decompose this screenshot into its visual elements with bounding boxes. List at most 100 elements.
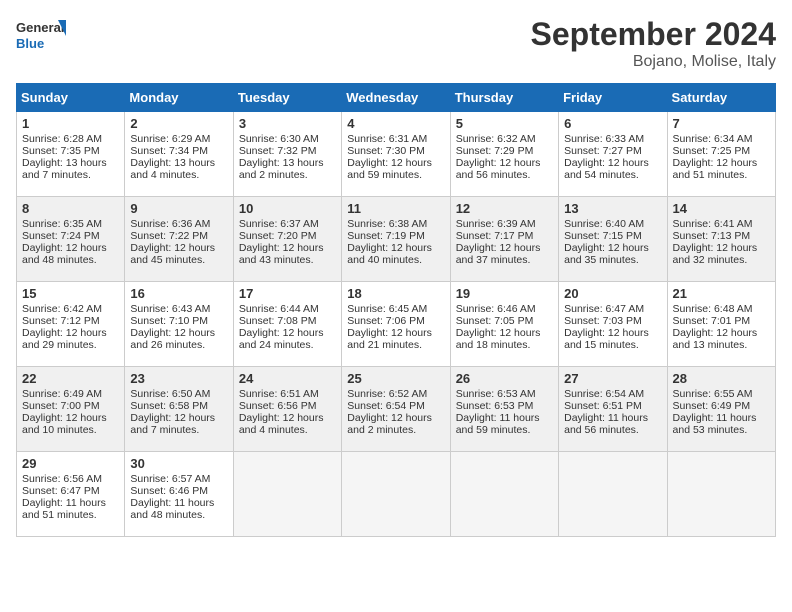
sunset-label: Sunset: 7:03 PM — [564, 315, 642, 327]
sunset-label: Sunset: 7:01 PM — [673, 315, 751, 327]
daylight-label: Daylight: 12 hours and 18 minutes. — [456, 327, 541, 351]
daylight-label: Daylight: 11 hours and 53 minutes. — [673, 412, 757, 436]
sunrise-label: Sunrise: 6:50 AM — [130, 388, 210, 400]
daylight-label: Daylight: 12 hours and 43 minutes. — [239, 242, 324, 266]
daylight-label: Daylight: 12 hours and 21 minutes. — [347, 327, 432, 351]
daylight-label: Daylight: 12 hours and 29 minutes. — [22, 327, 107, 351]
calendar-cell: 17 Sunrise: 6:44 AM Sunset: 7:08 PM Dayl… — [233, 282, 341, 367]
sunset-label: Sunset: 6:54 PM — [347, 400, 425, 412]
day-number: 30 — [130, 456, 227, 471]
sunrise-label: Sunrise: 6:38 AM — [347, 218, 427, 230]
day-number: 12 — [456, 201, 553, 216]
sunset-label: Sunset: 7:13 PM — [673, 230, 751, 242]
day-number: 13 — [564, 201, 661, 216]
day-number: 22 — [22, 371, 119, 386]
daylight-label: Daylight: 11 hours and 59 minutes. — [456, 412, 540, 436]
daylight-label: Daylight: 12 hours and 51 minutes. — [673, 157, 758, 181]
sunrise-label: Sunrise: 6:55 AM — [673, 388, 753, 400]
day-number: 7 — [673, 116, 770, 131]
logo-svg: General Blue — [16, 16, 66, 58]
day-number: 8 — [22, 201, 119, 216]
sunrise-label: Sunrise: 6:39 AM — [456, 218, 536, 230]
sunset-label: Sunset: 7:06 PM — [347, 315, 425, 327]
calendar-cell: 11 Sunrise: 6:38 AM Sunset: 7:19 PM Dayl… — [342, 197, 450, 282]
sunset-label: Sunset: 7:10 PM — [130, 315, 208, 327]
calendar-cell: 4 Sunrise: 6:31 AM Sunset: 7:30 PM Dayli… — [342, 112, 450, 197]
weekday-header-thursday: Thursday — [450, 84, 558, 112]
calendar-cell: 25 Sunrise: 6:52 AM Sunset: 6:54 PM Dayl… — [342, 367, 450, 452]
daylight-label: Daylight: 12 hours and 26 minutes. — [130, 327, 215, 351]
day-number: 10 — [239, 201, 336, 216]
sunrise-label: Sunrise: 6:56 AM — [22, 473, 102, 485]
daylight-label: Daylight: 12 hours and 59 minutes. — [347, 157, 432, 181]
sunset-label: Sunset: 6:47 PM — [22, 485, 100, 497]
daylight-label: Daylight: 12 hours and 13 minutes. — [673, 327, 758, 351]
location: Bojano, Molise, Italy — [531, 53, 776, 71]
sunrise-label: Sunrise: 6:34 AM — [673, 133, 753, 145]
day-number: 9 — [130, 201, 227, 216]
day-number: 27 — [564, 371, 661, 386]
calendar-cell — [342, 452, 450, 537]
calendar-cell: 22 Sunrise: 6:49 AM Sunset: 7:00 PM Dayl… — [17, 367, 125, 452]
sunrise-label: Sunrise: 6:52 AM — [347, 388, 427, 400]
month-title: September 2024 — [531, 16, 776, 53]
sunset-label: Sunset: 7:22 PM — [130, 230, 208, 242]
day-number: 21 — [673, 286, 770, 301]
sunset-label: Sunset: 7:15 PM — [564, 230, 642, 242]
sunset-label: Sunset: 7:25 PM — [673, 145, 751, 157]
sunset-label: Sunset: 7:17 PM — [456, 230, 534, 242]
day-number: 19 — [456, 286, 553, 301]
day-number: 25 — [347, 371, 444, 386]
sunrise-label: Sunrise: 6:41 AM — [673, 218, 753, 230]
weekday-header-sunday: Sunday — [17, 84, 125, 112]
calendar-cell — [559, 452, 667, 537]
sunrise-label: Sunrise: 6:53 AM — [456, 388, 536, 400]
sunrise-label: Sunrise: 6:54 AM — [564, 388, 644, 400]
calendar-cell: 21 Sunrise: 6:48 AM Sunset: 7:01 PM Dayl… — [667, 282, 775, 367]
sunrise-label: Sunrise: 6:33 AM — [564, 133, 644, 145]
daylight-label: Daylight: 12 hours and 32 minutes. — [673, 242, 758, 266]
daylight-label: Daylight: 11 hours and 51 minutes. — [22, 497, 106, 521]
calendar-cell: 19 Sunrise: 6:46 AM Sunset: 7:05 PM Dayl… — [450, 282, 558, 367]
sunrise-label: Sunrise: 6:42 AM — [22, 303, 102, 315]
daylight-label: Daylight: 12 hours and 48 minutes. — [22, 242, 107, 266]
day-number: 2 — [130, 116, 227, 131]
sunrise-label: Sunrise: 6:36 AM — [130, 218, 210, 230]
day-number: 3 — [239, 116, 336, 131]
daylight-label: Daylight: 12 hours and 45 minutes. — [130, 242, 215, 266]
calendar-cell: 15 Sunrise: 6:42 AM Sunset: 7:12 PM Dayl… — [17, 282, 125, 367]
sunset-label: Sunset: 7:27 PM — [564, 145, 642, 157]
daylight-label: Daylight: 13 hours and 7 minutes. — [22, 157, 107, 181]
calendar-cell: 6 Sunrise: 6:33 AM Sunset: 7:27 PM Dayli… — [559, 112, 667, 197]
sunset-label: Sunset: 7:29 PM — [456, 145, 534, 157]
calendar-cell: 8 Sunrise: 6:35 AM Sunset: 7:24 PM Dayli… — [17, 197, 125, 282]
day-number: 26 — [456, 371, 553, 386]
sunrise-label: Sunrise: 6:44 AM — [239, 303, 319, 315]
sunrise-label: Sunrise: 6:30 AM — [239, 133, 319, 145]
daylight-label: Daylight: 13 hours and 4 minutes. — [130, 157, 215, 181]
daylight-label: Daylight: 12 hours and 2 minutes. — [347, 412, 432, 436]
weekday-header-monday: Monday — [125, 84, 233, 112]
day-number: 28 — [673, 371, 770, 386]
daylight-label: Daylight: 11 hours and 48 minutes. — [130, 497, 214, 521]
sunset-label: Sunset: 6:56 PM — [239, 400, 317, 412]
weekday-header-saturday: Saturday — [667, 84, 775, 112]
daylight-label: Daylight: 13 hours and 2 minutes. — [239, 157, 324, 181]
daylight-label: Daylight: 12 hours and 4 minutes. — [239, 412, 324, 436]
sunrise-label: Sunrise: 6:45 AM — [347, 303, 427, 315]
svg-text:General: General — [16, 20, 64, 35]
calendar-cell — [233, 452, 341, 537]
sunrise-label: Sunrise: 6:28 AM — [22, 133, 102, 145]
calendar-week-row: 1 Sunrise: 6:28 AM Sunset: 7:35 PM Dayli… — [17, 112, 776, 197]
sunset-label: Sunset: 6:53 PM — [456, 400, 534, 412]
calendar-cell: 23 Sunrise: 6:50 AM Sunset: 6:58 PM Dayl… — [125, 367, 233, 452]
day-number: 14 — [673, 201, 770, 216]
day-number: 1 — [22, 116, 119, 131]
calendar-cell: 9 Sunrise: 6:36 AM Sunset: 7:22 PM Dayli… — [125, 197, 233, 282]
logo: General Blue — [16, 16, 66, 58]
calendar-cell: 12 Sunrise: 6:39 AM Sunset: 7:17 PM Dayl… — [450, 197, 558, 282]
svg-text:Blue: Blue — [16, 36, 44, 51]
calendar-cell: 14 Sunrise: 6:41 AM Sunset: 7:13 PM Dayl… — [667, 197, 775, 282]
day-number: 11 — [347, 201, 444, 216]
page-header: General Blue September 2024 Bojano, Moli… — [16, 16, 776, 71]
